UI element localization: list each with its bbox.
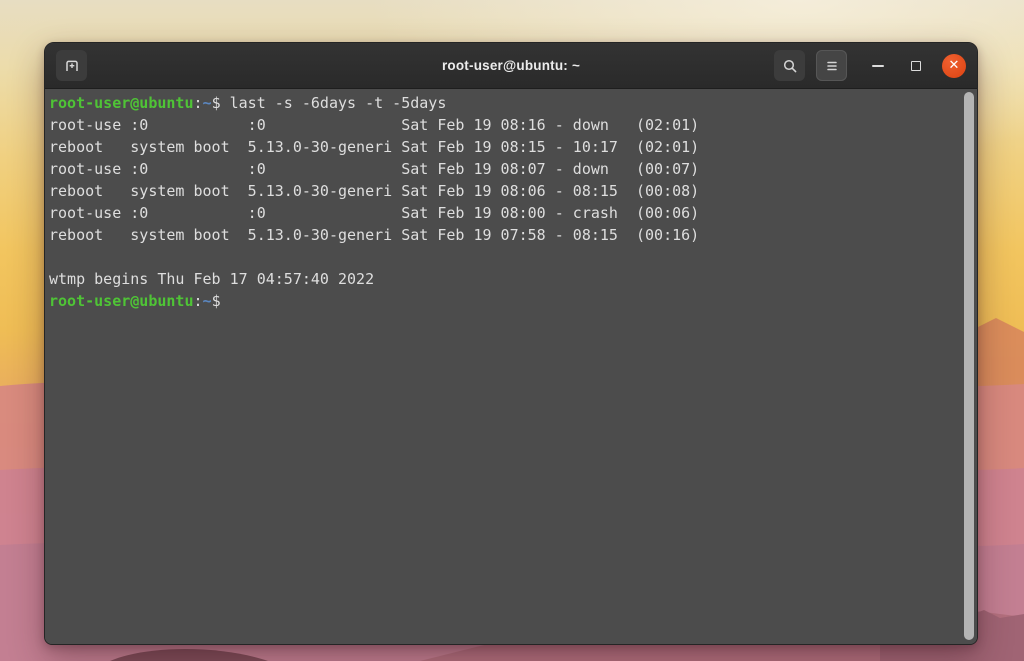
new-tab-icon <box>65 60 78 71</box>
prompt-symbol: $ <box>211 94 221 112</box>
prompt-line-current: root-user@ubuntu:~$ <box>49 290 963 312</box>
prompt-line-command: root-user@ubuntu:~$ last -s -6days -t -5… <box>49 92 963 114</box>
menu-icon <box>826 61 837 70</box>
search-icon <box>783 59 796 72</box>
new-tab-button[interactable] <box>56 50 87 81</box>
desktop-background: root-user@ubuntu: ~ ✕ root-user@ubuntu:~… <box>0 0 1024 661</box>
titlebar[interactable]: root-user@ubuntu: ~ ✕ <box>45 43 977 89</box>
terminal-output-line: reboot system boot 5.13.0-30-generi Sat … <box>49 226 700 244</box>
prompt-path: ~ <box>202 292 212 310</box>
terminal-output-line: reboot system boot 5.13.0-30-generi Sat … <box>49 138 700 156</box>
prompt-separator: : <box>193 94 203 112</box>
prompt-user: root-user@ubuntu <box>49 292 194 310</box>
prompt-separator: : <box>193 292 203 310</box>
terminal-output-line: reboot system boot 5.13.0-30-generi Sat … <box>49 182 700 200</box>
close-icon: ✕ <box>948 58 960 73</box>
wtmp-line: wtmp begins Thu Feb 17 04:57:40 2022 <box>49 270 375 288</box>
terminal-output-line: root-use :0 :0 Sat Feb 19 08:16 - down (… <box>49 116 700 134</box>
minimize-icon <box>872 64 884 67</box>
prompt-user: root-user@ubuntu <box>49 94 194 112</box>
terminal-window: root-user@ubuntu: ~ ✕ root-user@ubuntu:~… <box>44 42 978 645</box>
minimize-button[interactable] <box>865 53 891 79</box>
terminal-output-line: root-use :0 :0 Sat Feb 19 08:07 - down (… <box>49 160 700 178</box>
menu-button[interactable] <box>816 50 847 81</box>
close-button[interactable]: ✕ <box>942 53 966 78</box>
prompt-symbol: $ <box>211 292 221 310</box>
search-button[interactable] <box>774 50 805 81</box>
scrollbar-thumb[interactable] <box>964 92 974 640</box>
prompt-path: ~ <box>202 94 212 112</box>
terminal-screen[interactable]: root-user@ubuntu:~$ last -s -6days -t -5… <box>45 89 977 644</box>
maximize-icon <box>911 60 921 71</box>
terminal-output-line: root-use :0 :0 Sat Feb 19 08:00 - crash … <box>49 204 700 222</box>
command-text: last -s -6days -t -5days <box>220 94 447 112</box>
maximize-button[interactable] <box>903 53 929 79</box>
